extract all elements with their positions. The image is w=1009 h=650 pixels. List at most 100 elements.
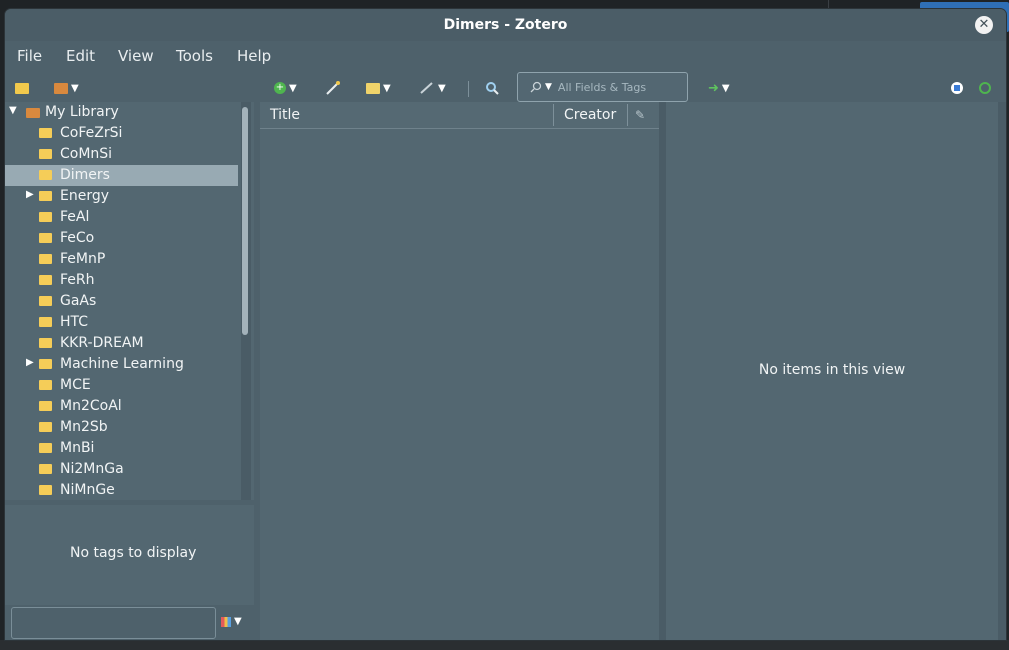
new-library-button[interactable]: ▼ bbox=[54, 79, 79, 97]
collapse-triangle-icon[interactable]: ▼ bbox=[9, 105, 17, 116]
folder-icon bbox=[39, 317, 52, 327]
collection-item[interactable]: ▶ Energy bbox=[5, 186, 238, 207]
collection-item[interactable]: CoFeZrSi bbox=[5, 123, 238, 144]
menu-file[interactable]: File bbox=[17, 47, 42, 65]
chevron-down-icon: ▼ bbox=[289, 82, 297, 94]
collection-item[interactable]: ▶ Machine Learning bbox=[5, 354, 238, 375]
folder-icon bbox=[39, 296, 52, 306]
new-collection-button[interactable] bbox=[15, 79, 29, 97]
locate-icon: ➜ bbox=[708, 80, 719, 96]
folder-icon bbox=[39, 212, 52, 222]
pane-splitter[interactable] bbox=[659, 102, 666, 640]
sync-icon bbox=[979, 82, 991, 94]
add-attachment-button[interactable]: ▼ bbox=[419, 79, 446, 97]
collection-label: CoFeZrSi bbox=[60, 125, 123, 141]
column-picker-icon[interactable]: ✎ bbox=[635, 108, 645, 122]
folder-icon bbox=[39, 464, 52, 474]
folder-icon bbox=[39, 149, 52, 159]
collection-label: FeRh bbox=[60, 272, 95, 288]
folder-icon bbox=[39, 275, 52, 285]
item-pane-border bbox=[998, 102, 1006, 640]
collection-item[interactable]: KKR-DREAM bbox=[5, 333, 238, 354]
title-bar: Dimers - Zotero ✕ bbox=[5, 9, 1006, 41]
collection-item[interactable]: Dimers bbox=[5, 165, 238, 186]
chevron-down-icon: ▼ bbox=[71, 82, 79, 94]
items-pane: Title Creator ✎ bbox=[260, 102, 659, 640]
new-note-button[interactable]: ▼ bbox=[366, 79, 391, 97]
column-divider[interactable] bbox=[627, 104, 628, 126]
collection-item[interactable]: GaAs bbox=[5, 291, 238, 312]
folder-icon bbox=[39, 422, 52, 432]
folder-icon bbox=[39, 170, 52, 180]
new-collection-icon bbox=[15, 82, 29, 94]
tag-actions-button[interactable]: ▼ bbox=[221, 616, 242, 627]
collection-item[interactable]: CoMnSi bbox=[5, 144, 238, 165]
no-tags-message: No tags to display bbox=[70, 545, 197, 561]
menu-tools[interactable]: Tools bbox=[176, 47, 213, 65]
collection-item[interactable]: FeCo bbox=[5, 228, 238, 249]
collection-label: FeAl bbox=[60, 209, 90, 225]
new-library-icon bbox=[54, 82, 68, 94]
search-placeholder: All Fields & Tags bbox=[557, 80, 647, 94]
collection-label: Machine Learning bbox=[60, 356, 184, 372]
collections-scrollbar-thumb[interactable] bbox=[242, 107, 248, 335]
item-details-pane: No items in this view bbox=[666, 102, 998, 640]
search-icon bbox=[530, 81, 542, 93]
collection-item[interactable]: MnBi bbox=[5, 438, 238, 459]
chevron-down-icon: ▼ bbox=[721, 82, 730, 94]
expand-triangle-icon[interactable]: ▶ bbox=[26, 189, 34, 200]
advanced-search-icon bbox=[486, 82, 499, 95]
collection-item[interactable]: MCE bbox=[5, 375, 238, 396]
chevron-down-icon: ▼ bbox=[438, 82, 446, 94]
advanced-search-button[interactable] bbox=[485, 79, 499, 97]
menu-bar: File Edit View Tools Help bbox=[5, 43, 1006, 69]
folder-icon bbox=[39, 485, 52, 495]
collection-item[interactable]: FeRh bbox=[5, 270, 238, 291]
collection-label: Mn2CoAl bbox=[60, 398, 122, 414]
add-by-identifier-button[interactable] bbox=[325, 79, 341, 97]
collection-item[interactable]: Ni2MnGa bbox=[5, 459, 238, 480]
menu-edit[interactable]: Edit bbox=[66, 47, 95, 65]
sync-button[interactable] bbox=[978, 79, 992, 97]
menu-help[interactable]: Help bbox=[237, 47, 271, 65]
menu-view[interactable]: View bbox=[118, 47, 154, 65]
add-by-identifier-icon bbox=[326, 81, 340, 95]
items-table-header: Title Creator ✎ bbox=[260, 102, 659, 129]
zotero-window: Dimers - Zotero ✕ File Edit View Tools H… bbox=[5, 9, 1006, 640]
collection-item[interactable]: FeMnP bbox=[5, 249, 238, 270]
new-item-button[interactable]: + ▼ bbox=[274, 79, 297, 97]
column-divider[interactable] bbox=[553, 104, 554, 126]
collection-label: CoMnSi bbox=[60, 146, 113, 162]
search-input[interactable]: ▼ All Fields & Tags bbox=[517, 72, 688, 102]
tag-selector: No tags to display bbox=[5, 505, 254, 605]
collections-pane: ▼ My Library CoFeZrSi CoMnSi Dimers ▶ Energy… bbox=[5, 102, 254, 500]
library-icon bbox=[26, 108, 40, 118]
collection-label: My Library bbox=[45, 104, 119, 120]
folder-icon bbox=[39, 254, 52, 264]
column-header-creator[interactable]: Creator bbox=[564, 107, 616, 123]
collection-item[interactable]: Mn2Sb bbox=[5, 417, 238, 438]
collection-label: FeMnP bbox=[60, 251, 106, 267]
collection-tree: ▼ My Library CoFeZrSi CoMnSi Dimers ▶ Energy… bbox=[5, 102, 238, 500]
column-header-title[interactable]: Title bbox=[270, 107, 300, 123]
no-items-message: No items in this view bbox=[758, 362, 906, 378]
chevron-down-icon: ▼ bbox=[383, 82, 391, 94]
folder-icon bbox=[39, 338, 52, 348]
search-mode-chevron-icon[interactable]: ▼ bbox=[545, 82, 552, 92]
collection-label: KKR-DREAM bbox=[60, 335, 144, 351]
collection-item[interactable]: HTC bbox=[5, 312, 238, 333]
collection-label: MnBi bbox=[60, 440, 95, 456]
locate-button[interactable]: ➜ ▼ bbox=[708, 79, 730, 97]
collection-item[interactable]: Mn2CoAl bbox=[5, 396, 238, 417]
collection-item[interactable]: FeAl bbox=[5, 207, 238, 228]
collection-label: GaAs bbox=[60, 293, 97, 309]
toolbar-separator bbox=[468, 81, 469, 97]
collection-my-library[interactable]: ▼ My Library bbox=[5, 102, 238, 123]
collection-item[interactable]: NiMnGe bbox=[5, 480, 238, 500]
expand-triangle-icon[interactable]: ▶ bbox=[26, 357, 34, 368]
sync-status-button[interactable] bbox=[950, 79, 964, 97]
new-item-icon: + bbox=[274, 82, 286, 94]
close-window-button[interactable]: ✕ bbox=[975, 16, 993, 34]
tag-filter-input[interactable] bbox=[11, 607, 216, 639]
sync-status-icon bbox=[951, 82, 963, 94]
